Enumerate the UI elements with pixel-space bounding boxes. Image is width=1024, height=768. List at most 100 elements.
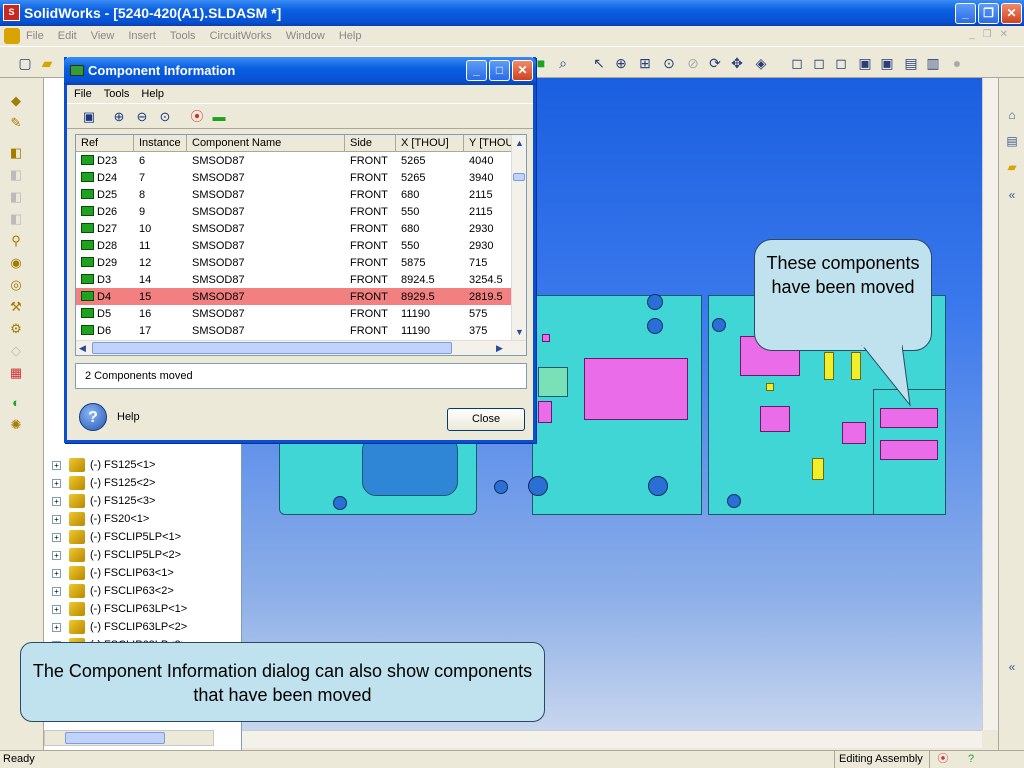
tree-item[interactable]: + (-) FSCLIP5LP<1>	[52, 528, 181, 546]
expand-icon[interactable]: +	[52, 622, 61, 632]
col-ref[interactable]: Ref	[76, 135, 134, 151]
graphics-horizontal-scrollbar[interactable]	[242, 730, 982, 748]
home-icon[interactable]: ⌂	[1003, 106, 1021, 124]
expand-icon[interactable]: +	[52, 460, 61, 470]
design-library-icon[interactable]: ▤	[1003, 132, 1021, 150]
scroll-up-icon[interactable]: ▲	[515, 138, 524, 148]
insert-component-icon[interactable]: ◧	[6, 144, 26, 162]
interference-icon[interactable]: ◎	[6, 276, 26, 294]
minimize-button[interactable]: _	[955, 3, 976, 24]
appearance-icon[interactable]: ✺	[6, 416, 26, 434]
zoom-selection-icon[interactable]: ⊘	[684, 54, 702, 72]
dialog-maximize-button[interactable]: □	[489, 60, 510, 81]
table-row[interactable]: D5 16 SMSOD87 FRONT 11190 575	[76, 305, 513, 322]
col-side[interactable]: Side	[345, 135, 396, 151]
col-x[interactable]: X [THOU]	[396, 135, 464, 151]
expand-icon[interactable]: +	[52, 586, 61, 596]
hidden-lines-removed-icon[interactable]: ◻	[832, 54, 850, 72]
tree-item[interactable]: + (-) FS125<2>	[52, 474, 155, 492]
rotate-view-icon[interactable]: ⟳	[706, 54, 724, 72]
scroll-down-icon[interactable]: ▼	[515, 327, 524, 337]
traffic-light-icon[interactable]: ⦿	[187, 107, 207, 127]
moved-component-pad[interactable]	[880, 408, 938, 428]
menu-file[interactable]: File	[26, 30, 44, 42]
dialog-title-bar[interactable]: Component Information _ □ ✕	[64, 57, 536, 85]
zoom-area-icon[interactable]: ⊞	[636, 54, 654, 72]
help-label[interactable]: Help	[117, 411, 140, 423]
dialog-menu-help[interactable]: Help	[141, 88, 164, 100]
table-row[interactable]: D25 8 SMSOD87 FRONT 680 2115	[76, 186, 513, 203]
view-orientation-icon[interactable]: ▥	[924, 54, 942, 72]
table-row[interactable]: D26 9 SMSOD87 FRONT 550 2115	[76, 203, 513, 220]
expand-chevron-icon[interactable]: «	[1003, 658, 1021, 676]
scroll-thumb[interactable]	[65, 732, 165, 744]
help-icon[interactable]: ?	[79, 403, 107, 431]
hidden-lines-visible-icon[interactable]: ◻	[810, 54, 828, 72]
display-states-icon[interactable]: ◐	[6, 394, 26, 412]
scroll-thumb[interactable]	[92, 342, 452, 354]
table-horizontal-scrollbar[interactable]: ◀ ▶	[76, 340, 526, 355]
file-explorer-icon[interactable]: ▰	[1003, 158, 1021, 176]
collapse-chevron-icon[interactable]: «	[1003, 186, 1021, 204]
reference-geometry-icon[interactable]: ◇	[6, 342, 26, 360]
close-window-button[interactable]: ✕	[1001, 3, 1022, 24]
expand-icon[interactable]: +	[52, 604, 61, 614]
graphics-vertical-scrollbar[interactable]	[982, 78, 998, 730]
expand-icon[interactable]: +	[52, 568, 61, 578]
help-status-icon[interactable]: ?	[964, 752, 978, 766]
scroll-thumb[interactable]	[513, 173, 525, 181]
hole-series-icon[interactable]: ⚒	[6, 298, 26, 316]
standard-views-icon[interactable]: ◈	[752, 54, 770, 72]
expand-icon[interactable]: +	[52, 514, 61, 524]
tree-item[interactable]: + (-) FS20<1>	[52, 510, 149, 528]
table-vertical-scrollbar[interactable]: ▲ ▼	[511, 135, 526, 340]
new-document-icon[interactable]: ▢	[16, 54, 34, 72]
moved-component-pad[interactable]	[880, 440, 938, 460]
expand-icon[interactable]: +	[52, 532, 61, 542]
scroll-left-icon[interactable]: ◀	[79, 343, 86, 354]
table-row[interactable]: D23 6 SMSOD87 FRONT 5265 4040	[76, 152, 513, 169]
col-component-name[interactable]: Component Name	[187, 135, 345, 151]
menu-window[interactable]: Window	[286, 30, 325, 42]
zoom-out-icon[interactable]: ⊖	[132, 107, 152, 127]
table-row-selected[interactable]: D4 15 SMSOD87 FRONT 8929.5 2819.5	[76, 288, 513, 305]
tree-item[interactable]: + (-) FS125<1>	[52, 456, 155, 474]
table-row[interactable]: D27 10 SMSOD87 FRONT 680 2930	[76, 220, 513, 237]
restore-button[interactable]: ❐	[978, 3, 999, 24]
table-row[interactable]: D29 12 SMSOD87 FRONT 5875 715	[76, 254, 513, 271]
tree-item[interactable]: + (-) FS125<3>	[52, 492, 155, 510]
wireframe-icon[interactable]: ◻	[788, 54, 806, 72]
table-row[interactable]: D3 14 SMSOD87 FRONT 8924.5 3254.5	[76, 271, 513, 288]
assembly-feature-icon[interactable]: ⚙	[6, 320, 26, 338]
smart-fasteners-icon[interactable]: ⚲	[6, 232, 26, 250]
col-instance[interactable]: Instance	[134, 135, 187, 151]
dialog-minimize-button[interactable]: _	[466, 60, 487, 81]
col-y[interactable]: Y [THOU]	[464, 135, 513, 151]
circuitworks-icon[interactable]: ▦	[6, 364, 26, 382]
expand-icon[interactable]: +	[52, 496, 61, 506]
realview-icon[interactable]: ●	[948, 54, 966, 72]
table-row[interactable]: D24 7 SMSOD87 FRONT 5265 3940	[76, 169, 513, 186]
dialog-menu-tools[interactable]: Tools	[104, 88, 130, 100]
section-view-icon[interactable]: ▤	[902, 54, 920, 72]
pan-icon[interactable]: ✥	[728, 54, 746, 72]
move-component-icon[interactable]: ◧	[6, 188, 26, 206]
rebuild-status-icon[interactable]: ⦿	[936, 752, 950, 766]
dialog-close-icon-button[interactable]: ✕	[512, 60, 533, 81]
shaded-icon[interactable]: ▣	[878, 54, 896, 72]
tree-item[interactable]: + (-) FSCLIP63<2>	[52, 582, 174, 600]
select-icon[interactable]: ↖	[590, 54, 608, 72]
dialog-menu-file[interactable]: File	[74, 88, 92, 100]
menu-insert[interactable]: Insert	[128, 30, 156, 42]
find-icon[interactable]: ⌕	[554, 54, 572, 72]
tree-item[interactable]: + (-) FSCLIP63LP<1>	[52, 600, 187, 618]
expand-icon[interactable]: +	[52, 550, 61, 560]
component-icon[interactable]: ▬	[209, 107, 229, 127]
tree-item[interactable]: + (-) FSCLIP63<1>	[52, 564, 174, 582]
explode-view-icon[interactable]: ◉	[6, 254, 26, 272]
tree-item[interactable]: + (-) FSCLIP63LP<2>	[52, 618, 187, 636]
rotate-component-icon[interactable]: ◧	[6, 210, 26, 228]
sketch-icon[interactable]: ✎	[6, 114, 26, 132]
expand-icon[interactable]: +	[52, 478, 61, 488]
mate-icon[interactable]: ◧	[6, 166, 26, 184]
